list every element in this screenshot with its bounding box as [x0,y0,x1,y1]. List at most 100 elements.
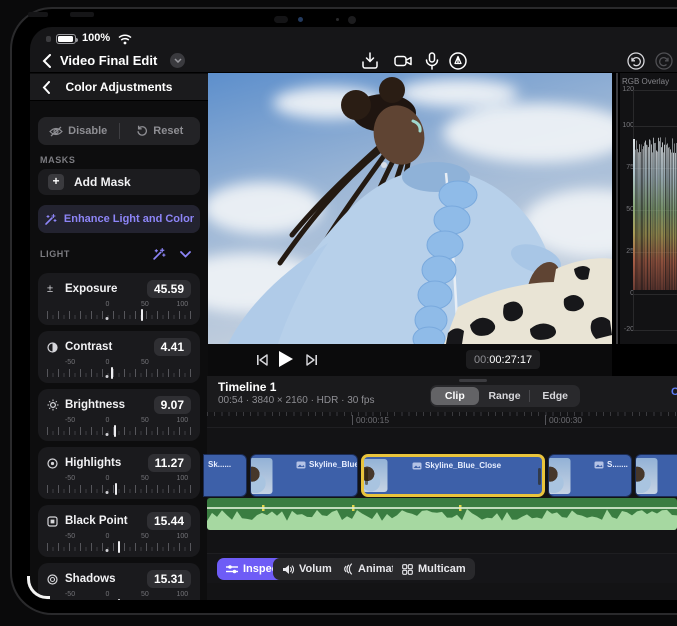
collapse-chevron-icon[interactable] [180,251,191,258]
black-point-icon [47,516,62,527]
video-preview[interactable] [208,73,612,344]
plus-icon: + [48,174,64,190]
tick-strip [47,369,191,377]
add-mask-button[interactable]: + Add Mask [38,169,200,195]
contrast-icon [47,342,62,353]
slider-thumb[interactable] [115,483,117,495]
masks-heading: MASKS [40,155,76,165]
contrast-value[interactable]: 4.41 [154,338,191,356]
slider-thumb[interactable] [118,541,120,553]
wifi-icon [118,34,132,45]
redo-icon[interactable] [654,51,674,71]
black-point-value[interactable]: 15.44 [147,512,191,530]
black-point-slider[interactable]: -50 0 50 100 [47,533,191,555]
reset-button[interactable]: Reset [120,117,201,145]
slider-card-highlights: Highlights 11.27 -50 0 50 100 [38,447,200,499]
origin-dot [106,491,109,494]
slider-thumb[interactable] [118,599,120,600]
slider-card-blackpoint: Black Point 15.44 -50 0 50 100 [38,505,200,557]
shadows-value[interactable]: 15.31 [147,570,191,588]
project-title[interactable]: Video Final Edit [60,53,157,68]
disable-label: Disable [68,125,107,137]
import-icon[interactable] [360,51,380,71]
clip-thumbnail [635,458,658,494]
highlights-icon [47,458,62,469]
multicam-button[interactable]: Multicam [393,558,475,580]
camera-sensor-dot [298,17,303,22]
origin-dot [106,549,109,552]
audio-waveform [207,498,677,530]
battery-icon [56,34,76,44]
segment-divider [529,390,530,402]
inspect-sliders-icon [226,564,238,574]
mode-clip[interactable]: Clip [431,387,479,405]
clip-skyline-partial-left[interactable]: Sk...... [203,454,247,497]
light-wand-icon[interactable] [152,247,166,261]
previous-frame-icon[interactable] [256,354,268,366]
brightness-value[interactable]: 9.07 [154,396,191,414]
clip-skyline-blue-wide[interactable]: Skyline_Blue_Wide [250,454,358,497]
exposure-slider[interactable]: 0 50 100 [47,301,191,323]
disable-button[interactable]: Disable [38,117,119,145]
add-mask-label: Add Mask [74,175,131,189]
status-nub [46,36,51,42]
shadows-icon [47,574,62,585]
timeline-ruler[interactable]: 00:00:15 00:00:30 [207,412,677,428]
clip-skyline-partial-s[interactable]: S....... [548,454,632,497]
camera-icon[interactable] [393,51,413,71]
slider-thumb[interactable] [141,309,143,321]
slider-thumb[interactable] [114,425,116,437]
ipad-screen: 100% Video Final Edit [30,27,677,600]
viewer-scope-divider[interactable] [616,73,618,344]
mode-edge[interactable]: Edge [531,387,579,405]
mode-range[interactable]: Range [481,387,529,405]
top-button-right [70,12,94,17]
clip-skyline-blue-close[interactable]: Skyline_Blue_Close [361,454,545,497]
audio-track[interactable] [207,498,677,530]
scope-waveform [633,73,677,344]
origin-dot [106,317,109,320]
highlights-value[interactable]: 11.27 [148,454,191,472]
next-frame-icon[interactable] [306,354,318,366]
exposure-icon: ± [47,283,62,295]
tick-strip [47,427,191,435]
timeline-section: Timeline 1 00:54 · 3840 × 2160 · HDR · 3… [207,376,677,600]
tick-strip [47,311,191,319]
rgb-overlay-scope: RGB Overlay 120 100 75 50 25 0 -20 [620,73,677,344]
enhance-button[interactable]: Enhance Light and Color [38,205,200,233]
origin-dot [106,433,109,436]
photo-icon [594,461,604,469]
speaker-icon [282,564,294,575]
highlights-slider[interactable]: -50 0 50 100 [47,475,191,497]
light-section-header: LIGHT [30,245,208,265]
exposure-value[interactable]: 45.59 [147,280,191,298]
timeline-name: Timeline 1 [218,380,276,394]
clip-partial-right[interactable] [635,454,677,497]
color-adjustments-panel: Color Adjustments Disable [30,73,208,600]
trim-handle-left[interactable] [365,468,368,485]
photo-icon [412,462,422,470]
volume-line[interactable] [207,507,677,509]
project-menu-button[interactable] [170,53,185,68]
magic-wand-icon [44,213,57,226]
mic-icon[interactable] [422,51,442,71]
slider-thumb[interactable] [111,367,113,379]
play-icon[interactable] [278,350,294,368]
back-chevron-icon[interactable] [42,54,52,68]
slider-card-brightness: Brightness 9.07 -50 0 50 100 [38,389,200,441]
contrast-slider[interactable]: -50 0 50 [47,359,191,381]
timeline-drag-handle[interactable] [459,379,487,382]
eye-off-icon [49,126,63,137]
timecode-display[interactable]: 00:00:27:17 [466,350,540,369]
undo-icon[interactable] [626,51,646,71]
brightness-slider[interactable]: -50 0 50 100 [47,417,191,439]
preview-frame-art [208,73,612,344]
pencil-icon[interactable] [448,51,468,71]
camera-mic-dot [336,18,339,21]
shadows-slider[interactable]: -50 0 50 100 [47,591,191,600]
clip-thumbnail [250,458,273,494]
battery-percent: 100% [82,32,110,44]
clipped-right-control[interactable]: C [671,386,677,398]
top-button-left [28,12,48,17]
trim-handle-right[interactable] [538,468,541,485]
